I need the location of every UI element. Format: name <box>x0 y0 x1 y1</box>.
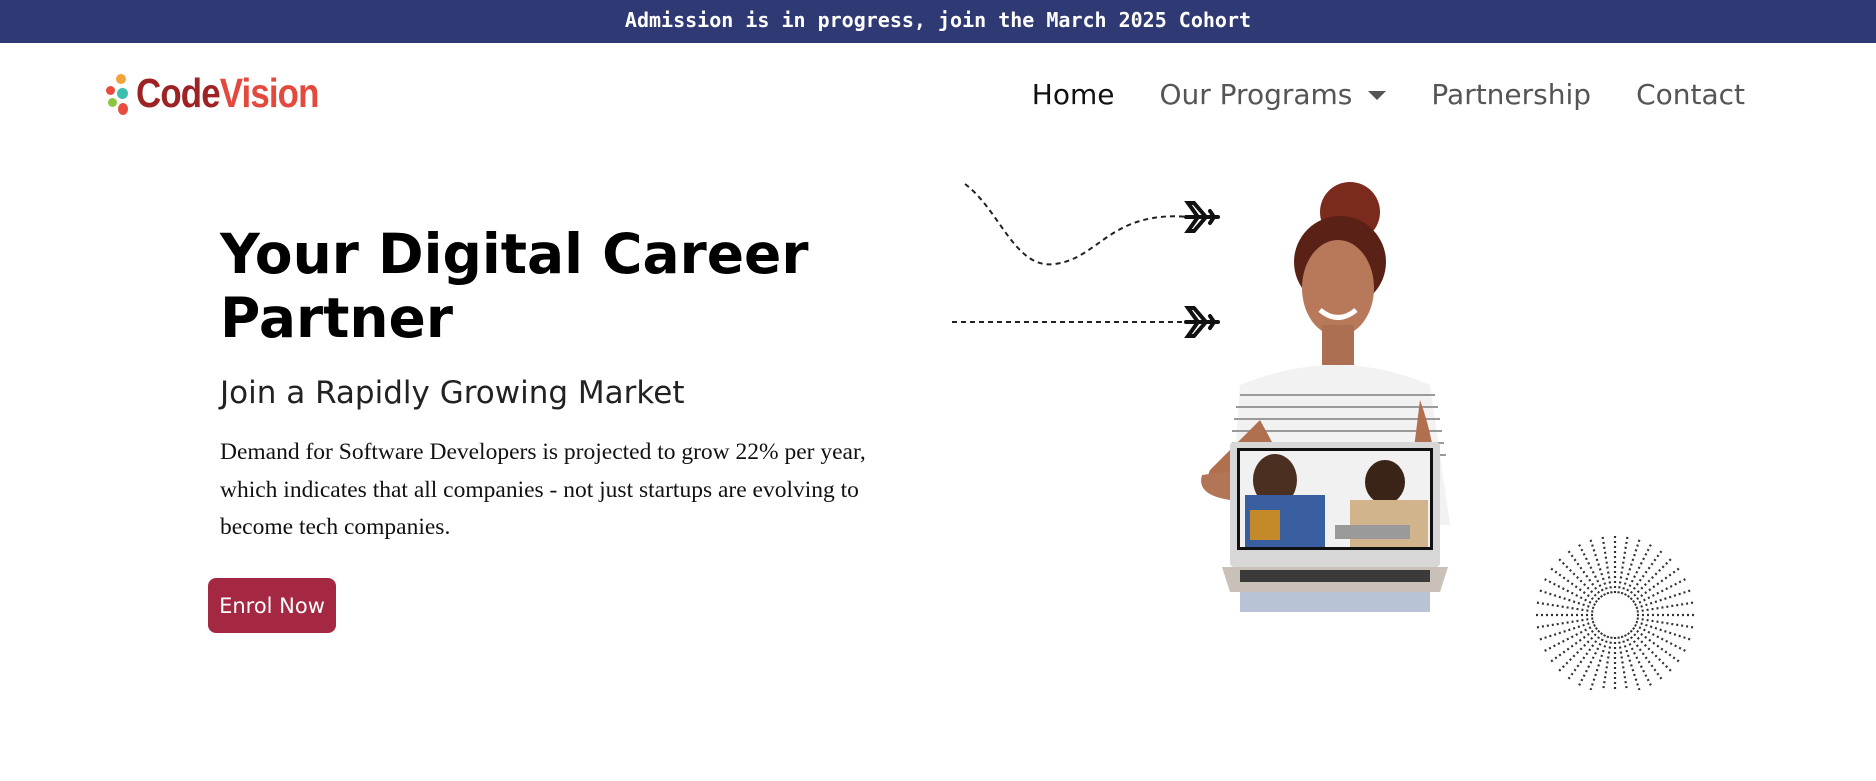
logo-text: CodeVision <box>136 70 319 117</box>
announcement-text: Admission is in progress, join the March… <box>624 7 1252 32</box>
sunburst-ray <box>1617 636 1628 690</box>
sunburst-ray <box>1627 548 1665 598</box>
logo-mark-icon <box>106 68 134 118</box>
sunburst-ray <box>1617 533 1629 594</box>
nav-contact-label: Contact <box>1636 78 1745 111</box>
chevron-down-icon <box>1368 91 1387 100</box>
nav-partnership-label: Partnership <box>1431 78 1592 111</box>
flight-path-curve <box>964 183 1191 266</box>
airplane-icon <box>1184 201 1220 233</box>
hero-illustration <box>952 182 1697 690</box>
person-with-laptop-image <box>1201 182 1450 612</box>
nav-home-label: Home <box>1031 78 1115 111</box>
sunburst-ray <box>1601 533 1613 594</box>
sunburst-ray <box>1636 617 1697 629</box>
sunburst-ray <box>1533 617 1594 629</box>
sunburst-decoration <box>1533 533 1697 690</box>
sunburst-ray <box>1548 627 1598 665</box>
sunburst-ray <box>1636 601 1697 613</box>
sunburst-ray <box>1602 636 1613 690</box>
airplane-icon <box>1184 306 1220 338</box>
sunburst-ray <box>1632 627 1682 665</box>
logo[interactable]: CodeVision <box>106 68 351 118</box>
nav-our-programs-label: Our Programs <box>1159 78 1353 111</box>
sunburst-ray <box>1565 548 1603 598</box>
nav-home[interactable]: Home <box>1032 78 1115 111</box>
sunburst-ray <box>1627 632 1665 682</box>
nav-contact[interactable]: Contact <box>1636 78 1745 111</box>
logo-text-code: Code <box>136 69 221 116</box>
sunburst-ray <box>1565 632 1603 682</box>
enrol-now-button[interactable]: Enrol Now <box>208 578 336 633</box>
sunburst-ray <box>1632 565 1682 603</box>
nav-our-programs[interactable]: Our Programs <box>1159 78 1387 111</box>
hero-subtitle: Join a Rapidly Growing Market <box>220 375 685 411</box>
hero-description: Demand for Software Developers is projec… <box>220 439 866 540</box>
sunburst-ray <box>1548 565 1598 603</box>
logo-text-vision: Vision <box>219 69 320 116</box>
sunburst-ray <box>1533 601 1594 613</box>
announcement-banner: Admission is in progress, join the March… <box>0 0 1876 43</box>
main-nav: Home Our Programs Partnership Contact <box>987 78 1745 111</box>
hero-title: Your Digital Career Partner <box>220 222 809 350</box>
nav-partnership[interactable]: Partnership <box>1431 78 1591 111</box>
